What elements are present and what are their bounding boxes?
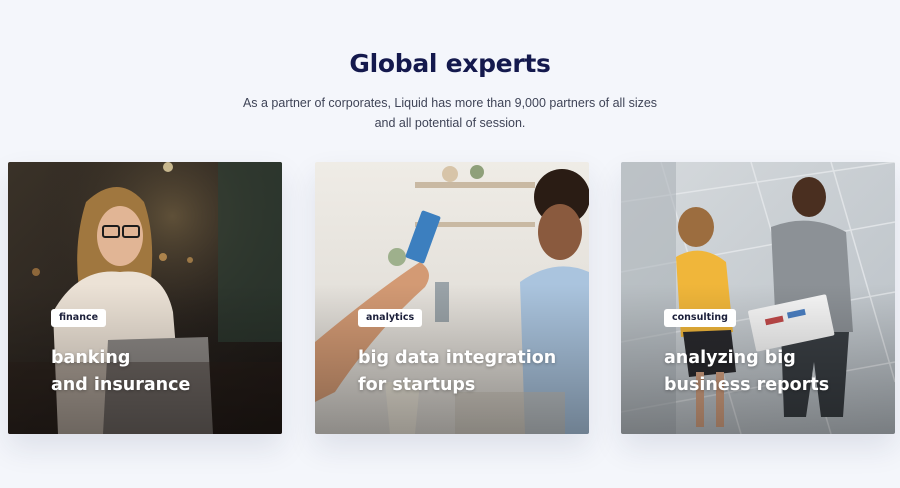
category-tag: finance: [51, 309, 107, 327]
card-analytics[interactable]: analytics big data integration for start…: [315, 162, 589, 434]
card-finance[interactable]: finance banking and insurance: [8, 162, 282, 434]
section-title: Global experts: [349, 49, 551, 78]
card-title: banking and insurance: [51, 348, 191, 395]
section-subtitle: As a partner of corporates, Liquid has m…: [242, 96, 658, 130]
card-consulting[interactable]: consulting analyzing big business report…: [621, 162, 895, 434]
card-title: analyzing big business reports: [664, 348, 830, 395]
category-tag: consulting: [664, 309, 736, 327]
card-title: big data integration for startups: [358, 348, 557, 395]
category-tag: analytics: [358, 309, 423, 327]
